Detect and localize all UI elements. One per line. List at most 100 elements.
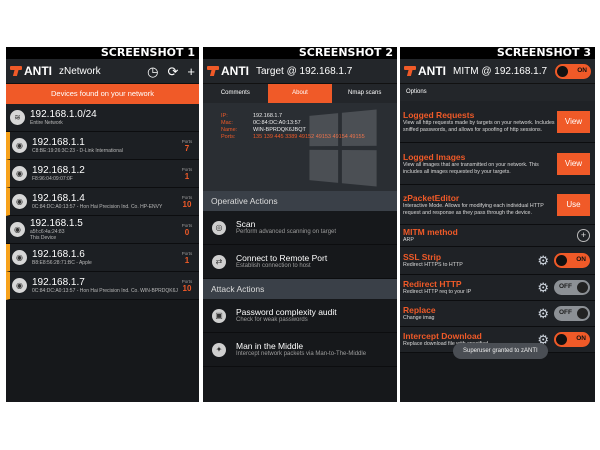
action-item[interactable]: ⇄ Connect to Remote Port Establish connect… [203,245,397,279]
host-details: This Device [30,235,57,241]
options-bar: Options [400,84,595,101]
option-title: zPacketEditor [403,193,460,203]
mitm-option[interactable]: Logged Images View all images that are tr… [400,143,595,185]
ports-number: 10 [182,283,192,293]
use-button[interactable]: Use [557,193,590,216]
ports-count: Ports 7 [178,139,196,153]
screen-title: MITM @ 192.168.1.7 [453,65,548,77]
devices-banner: Devices found on your network [6,84,199,104]
tab-about[interactable]: About [267,84,333,103]
option-description: Redirect HTTP req to your IP [403,289,472,296]
host-details: B8:E8:56:28:71:BC - Apple [32,260,92,266]
device-icon: ◉ [12,194,27,209]
mitm-option[interactable]: Logged Requests View all http requests ma… [400,101,595,143]
ports-count: Ports 0 [178,223,196,237]
tab-nmap-scans[interactable]: Nmap scans [332,84,397,103]
toggle-label: ON [576,335,586,342]
host-row[interactable]: ◉ 192.168.1.7 0C:84:DC:A0:13:57 - Hon Hai … [6,272,199,300]
host-row[interactable]: ≋ 192.168.1.0/24 Entire Network [6,104,199,132]
caption-3: SCREENSHOT 3 [400,47,595,59]
gear-icon[interactable]: ⚙ [537,307,549,320]
ports-number: 1 [184,255,190,265]
ports-number: 10 [182,199,192,209]
device-icon: ◉ [12,250,27,265]
mitm-option[interactable]: zPacketEditor Interactive Mode. Allows fo… [400,185,595,225]
host-row[interactable]: ◉ 192.168.1.4 0C:84:DC:A0:13:57 - Hon Hai … [6,188,199,216]
host-details: 0C:84:DC:A0:13:57 - Hon Hai Precision In… [32,204,163,210]
ports-number: 1 [184,171,190,181]
toggle-knob [556,255,567,266]
mitm-option[interactable]: SSL Strip Redirect HTTPS to HTTP ⚙ ON [400,247,595,275]
app-name: ANTI [221,64,249,78]
option-toggle[interactable]: OFF [554,280,590,295]
mitm-master-toggle[interactable]: ON [555,63,591,79]
app-logo: ANTI [404,64,446,78]
action-item[interactable]: ◎ Scan Perform advanced scanning on target [203,211,397,245]
add-icon[interactable]: + [577,229,590,242]
info-key: Ports: [221,134,236,140]
option-text: Logged Images View all images that are tr… [403,152,557,175]
mitm-option[interactable]: MITM method ARP + [400,225,595,247]
toggle-knob [577,308,588,319]
option-title: Redirect HTTP [403,279,462,290]
connect-icon: ⇄ [212,254,226,269]
ports-count: Ports 1 [178,167,196,181]
action-subtitle: Intercept network packets via Man-to-The… [236,351,367,357]
ports-number: 0 [184,227,190,237]
host-info: 192.168.1.6 B8:E8:56:28:71:BC - Apple [32,249,178,266]
option-title: Logged Images [403,152,466,162]
section-header: Operative Actions [203,191,397,211]
lock-icon: ▣ [212,308,226,323]
superuser-toast: Superuser granted to zANTI [453,343,548,359]
option-title: MITM method [403,227,458,238]
option-toggle[interactable]: OFF [554,306,590,321]
info-value: WIN-BPRDQK6JBQT [253,127,306,133]
add-icon[interactable]: + [187,65,195,78]
option-text: zPacketEditor Interactive Mode. Allows fo… [403,193,557,216]
app-name: ANTI [418,64,446,78]
target-tabs: Comments About Nmap scans [203,84,397,103]
option-toggle[interactable]: ON [554,332,590,347]
device-icon: ◉ [12,278,27,293]
app-logo: ANTI [207,64,249,78]
host-row[interactable]: ◉ 192.168.1.6 B8:E8:56:28:71:BC - Apple Por… [6,244,199,272]
logo-icon [207,66,219,76]
ports-number: 7 [184,143,190,153]
mitm-option[interactable]: Replace Change imag ⚙ OFF [400,301,595,327]
tab-comments[interactable]: Comments [203,84,268,103]
host-row[interactable]: ◉ 192.168.1.1 C8:BE:19:26:3C:23 - D-Link I… [6,132,199,160]
action-text: Scan Perform advanced scanning on target [236,219,336,236]
host-ip: 192.168.1.2 [32,165,85,176]
action-subtitle: Check for weak passwords [236,317,308,323]
option-description: View all images that are transmitted on … [403,162,539,175]
host-info: 192.168.1.1 C8:BE:19:26:3C:23 - D-Link In… [32,137,178,154]
info-key: Name: [221,127,238,133]
section-header: Attack Actions [203,279,397,299]
mitm-option[interactable]: Redirect HTTP Redirect HTTP req to your I… [400,275,595,301]
info-value: 192.168.1.7 [253,113,283,119]
target-info: IP: 192.168.1.7 Mac: 0C:84:DC:A0:13:57 Name:… [203,103,397,191]
host-info: 192.168.1.5 a5f:c6:4a:24:83 This Device [30,218,178,241]
refresh-icon[interactable]: ⟳ [168,65,179,78]
action-item[interactable]: ✦ Man in the Middle Intercept network pack… [203,333,397,367]
mitm-icon: ✦ [212,342,226,357]
gear-icon[interactable]: ⚙ [537,254,549,267]
option-toggle[interactable]: ON [554,253,590,268]
history-icon[interactable]: ◷ [147,65,158,78]
host-list: ≋ 192.168.1.0/24 Entire Network ◉ 192.168.1.… [6,104,199,300]
caption-2: SCREENSHOT 2 [203,47,397,59]
host-row[interactable]: ◉ 192.168.1.5 a5f:c6:4a:24:83 This Device Po… [6,216,199,244]
toggle-label: ON [576,256,586,263]
host-details: 0C:84:DC:A0:13:57 - Hon Hai Precision In… [32,288,178,294]
action-title: Password complexity audit [236,307,337,317]
view-button[interactable]: View [557,152,590,175]
view-button[interactable]: View [557,110,590,133]
network-icon: ≋ [10,110,25,125]
gear-icon[interactable]: ⚙ [537,281,549,294]
host-info: 192.168.1.2 F8:96:04:09:07:0F [32,165,178,182]
action-subtitle: Establish connection to host [236,263,311,269]
host-row[interactable]: ◉ 192.168.1.2 F8:96:04:09:07:0F Ports 1 [6,160,199,188]
action-item[interactable]: ▣ Password complexity audit Check for weak… [203,299,397,333]
action-title: Man in the Middle [236,341,304,351]
ports-count: Ports 10 [178,279,196,293]
